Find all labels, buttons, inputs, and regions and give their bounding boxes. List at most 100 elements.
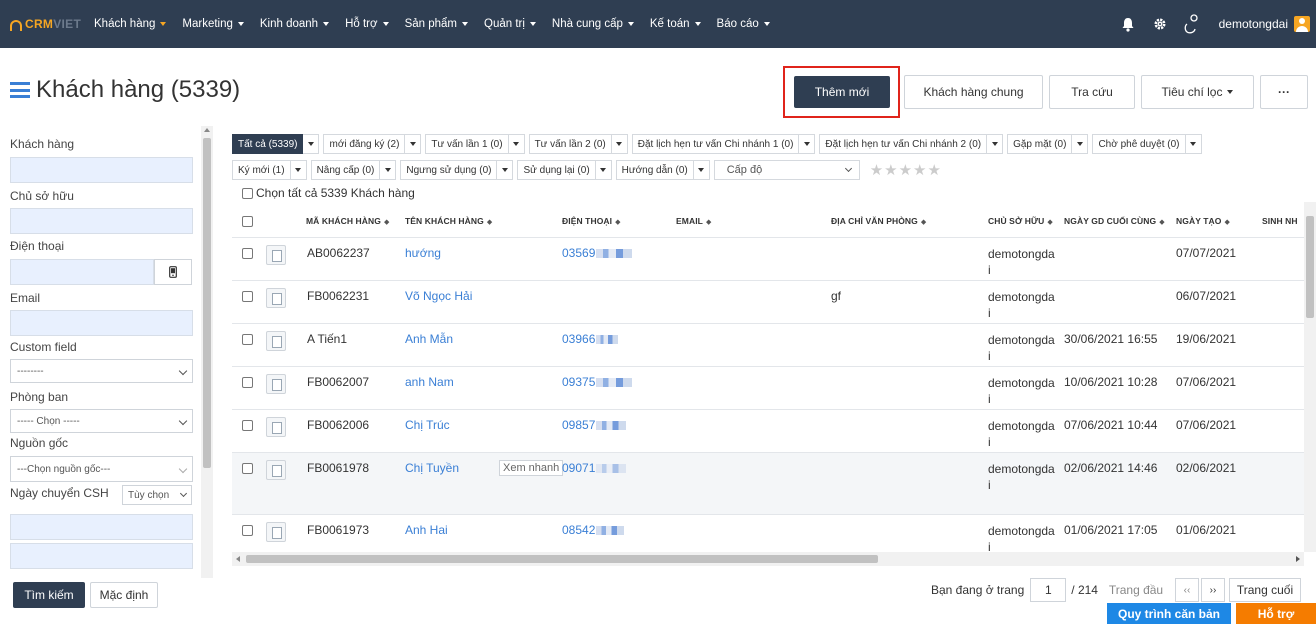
menu-quan-tri[interactable]: Quản trị [476,0,544,48]
table-row[interactable]: A Tiến1 Anh Mẫn 03966 demotongda i 30/06/… [232,324,1304,367]
cell-phone[interactable]: 09375 [562,375,633,389]
table-row[interactable]: FB0062007 anh Nam 09375 demotongda i 10/0… [232,367,1304,410]
basic-workflow-button[interactable]: Quy trình căn bản [1107,603,1231,624]
list-menu-icon[interactable] [10,82,30,98]
sidebar-scrollbar[interactable] [201,126,213,578]
table-row[interactable]: FB0062231 Võ Ngọc Hải gf demotongda i 06/… [232,281,1304,324]
menu-marketing[interactable]: Marketing [174,0,252,48]
help-button[interactable]: Hỗ trợ [1236,603,1316,624]
tag-dropdown[interactable] [497,160,514,180]
col-created[interactable]: NGÀY TẠO ◆ [1176,216,1230,226]
tag-appointment-branch-1[interactable]: Đặt lịch hẹn tư vấn Chi nhánh 1 (0) [631,134,800,154]
edit-note-icon[interactable] [266,374,286,394]
tag-dropdown[interactable] [405,134,422,154]
edit-note-icon[interactable] [266,460,286,480]
cell-phone[interactable]: 09857 [562,418,627,432]
user-name[interactable]: demotongdai [1219,17,1288,31]
tag-pending-approval[interactable]: Chờ phê duyệt (0) [1092,134,1186,154]
edit-note-icon[interactable] [266,417,286,437]
cell-name[interactable]: Võ Ngọc Hải [405,289,472,303]
tag-reused[interactable]: Sử dụng lại (0) [517,160,596,180]
cell-name[interactable]: hướng [405,246,441,260]
col-phone[interactable]: ĐIỆN THOẠI ◆ [562,216,621,226]
shared-customers-button[interactable]: Khách hàng chung [904,75,1043,109]
cell-phone[interactable]: 03966 [562,332,619,346]
phone-button[interactable] [154,259,192,285]
transfer-date-from-input[interactable] [10,514,193,540]
tag-meeting[interactable]: Gặp mặt (0) [1007,134,1073,154]
tag-dropdown[interactable] [1185,134,1202,154]
menu-khach-hang[interactable]: Khách hàng [86,0,174,48]
tag-dropdown[interactable] [693,160,710,180]
col-email[interactable]: EMAIL ◆ [676,216,711,226]
cell-phone[interactable]: 08542 [562,523,625,537]
tag-consult-2[interactable]: Tư vấn lần 2 (0) [528,134,612,154]
cell-name[interactable]: Chị Tuyền [405,461,459,475]
table-row[interactable]: FB0062006 Chị Trúc 09857 demotongda i 07/… [232,410,1304,453]
edit-note-icon[interactable] [266,522,286,542]
tag-dropdown[interactable] [303,134,320,154]
menu-ho-tro[interactable]: Hỗ trợ [337,0,396,48]
row-checkbox[interactable] [242,334,253,345]
tag-consult-1[interactable]: Tư vấn lần 1 (0) [425,134,509,154]
edit-note-icon[interactable] [266,331,286,351]
last-page-button[interactable]: Trang cuối [1228,578,1301,602]
cell-name[interactable]: anh Nam [405,375,454,389]
tag-dropdown[interactable] [1072,134,1089,154]
select-all-checkbox[interactable] [242,187,253,199]
level-select[interactable]: Cấp độ [713,160,860,180]
edit-note-icon[interactable] [266,245,286,265]
custom-field-select[interactable]: -------- [10,359,193,383]
col-name[interactable]: TÊN KHÁCH HÀNG ◆ [405,216,492,226]
header-checkbox[interactable] [242,216,253,227]
tag-dropdown[interactable] [508,134,525,154]
transfer-date-select[interactable]: Tùy chọn [122,485,192,505]
menu-bao-cao[interactable]: Báo cáo [709,0,778,48]
cell-name[interactable]: Anh Hai [405,523,448,537]
table-row[interactable]: AB0062237 hướng 03569 demotongda i 07/07/… [232,238,1304,281]
row-checkbox[interactable] [242,525,253,536]
filter-criteria-button[interactable]: Tiêu chí lọc [1141,75,1254,109]
first-page-button[interactable]: Trang đầu [1099,578,1172,602]
tag-new-registered[interactable]: mới đăng ký (2) [323,134,406,154]
row-checkbox[interactable] [242,463,253,474]
col-owner[interactable]: CHỦ SỞ HỮU ◆ [988,216,1053,226]
table-vertical-scrollbar[interactable] [1304,202,1316,552]
select-all-row[interactable]: Chọn tất cả 5339 Khách hàng [242,186,415,200]
table-horizontal-scrollbar[interactable] [232,552,1304,566]
bell-icon[interactable] [1117,13,1139,35]
prev-page-button[interactable]: ‹‹ [1174,578,1199,602]
gear-icon[interactable] [1149,13,1171,35]
edit-note-icon[interactable] [266,288,286,308]
department-select[interactable]: ----- Chọn ----- [10,409,193,433]
tag-dropdown[interactable] [799,134,816,154]
next-page-button[interactable]: ›› [1200,578,1225,602]
col-address[interactable]: ĐỊA CHỈ VĂN PHÒNG ◆ [831,216,926,226]
menu-san-pham[interactable]: Sản phẩm [397,0,476,48]
col-birthday[interactable]: SINH NH [1262,216,1298,226]
source-select[interactable]: ---Chọn nguồn gốc--- [10,456,193,482]
tag-dropdown[interactable] [380,160,397,180]
lookup-button[interactable]: Tra cứu [1049,75,1135,109]
quick-view-button[interactable]: Xem nhanh [499,460,564,476]
owner-input[interactable] [10,208,193,234]
row-checkbox[interactable] [242,377,253,388]
tag-dropdown[interactable] [987,134,1004,154]
row-checkbox[interactable] [242,291,253,302]
tag-all[interactable]: Tất cả (5339) [232,134,304,154]
menu-nha-cung-cap[interactable]: Nhà cung cấp [544,0,642,48]
page-number-input[interactable]: 1 [1030,578,1067,602]
default-button[interactable]: Mặc định [90,582,158,608]
cell-name[interactable]: Chị Trúc [405,418,450,432]
table-row[interactable]: FB0061973 Anh Hai 08542 demotongda i 01/0… [232,515,1304,552]
menu-kinh-doanh[interactable]: Kinh doanh [252,0,337,48]
transfer-date-to-input[interactable] [10,543,193,569]
tag-stopped[interactable]: Ngưng sử dụng (0) [400,160,498,180]
location-pin-icon[interactable] [1181,13,1203,35]
tag-guide[interactable]: Hướng dẫn (0) [615,160,694,180]
cell-name[interactable]: Anh Mẫn [405,332,453,346]
table-row[interactable]: FB0061978 Chị Tuyền Xem nhanh 09071 demo… [232,453,1304,515]
add-new-button[interactable]: Thêm mới [794,76,890,108]
tag-dropdown[interactable] [611,134,628,154]
search-button[interactable]: Tìm kiếm [13,582,85,608]
